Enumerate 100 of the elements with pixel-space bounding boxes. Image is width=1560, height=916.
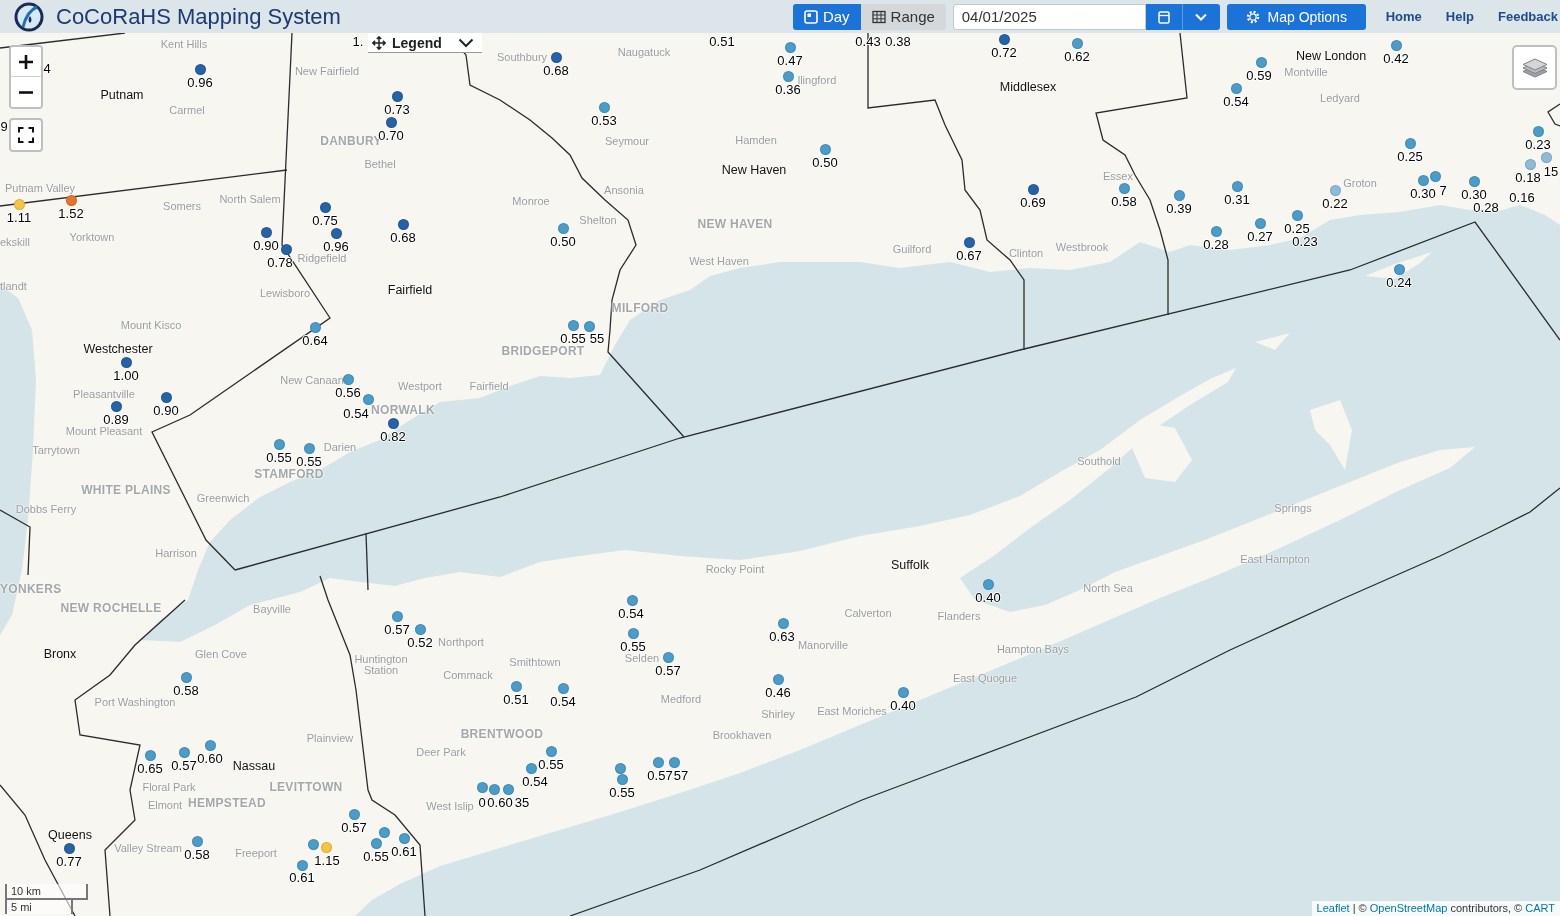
station-dot-icon[interactable]: [1027, 183, 1039, 195]
station-dot-icon[interactable]: [320, 841, 332, 853]
station-dot-icon[interactable]: [897, 686, 909, 698]
station-dot-icon[interactable]: [1329, 184, 1341, 196]
station-dot-icon[interactable]: [583, 320, 595, 332]
station-dot-icon[interactable]: [398, 832, 410, 844]
station-dot-icon[interactable]: [1404, 137, 1416, 149]
station-dot-icon[interactable]: [180, 671, 192, 683]
calendar-button[interactable]: [1145, 3, 1182, 30]
station-dot-icon[interactable]: [819, 143, 831, 155]
station-dot-icon[interactable]: [550, 51, 562, 63]
station-dot-icon[interactable]: [772, 673, 784, 685]
station-dot-icon[interactable]: [348, 808, 360, 820]
place-label: HEMPSTEAD: [188, 797, 266, 809]
station-dot-icon[interactable]: [330, 227, 342, 239]
attribution-link[interactable]: Leaflet: [1316, 902, 1350, 914]
station-dot-icon[interactable]: [387, 417, 399, 429]
station-dot-icon[interactable]: [160, 391, 172, 403]
station-dot-icon[interactable]: [378, 826, 390, 838]
station-dot-icon[interactable]: [545, 745, 557, 757]
station-dot-icon[interactable]: [385, 116, 397, 128]
station-dot-icon[interactable]: [63, 842, 75, 854]
station-dot-icon[interactable]: [391, 610, 403, 622]
station-dot-icon[interactable]: [627, 627, 639, 639]
station-dot-icon[interactable]: [1540, 151, 1552, 163]
view-tab[interactable]: Range: [860, 3, 946, 30]
station-dot-icon[interactable]: [1429, 170, 1441, 182]
station-dot-icon[interactable]: [144, 749, 156, 761]
station-dot-icon[interactable]: [1231, 180, 1243, 192]
station-dot-icon[interactable]: [414, 623, 426, 635]
station-dot-icon[interactable]: [1210, 225, 1222, 237]
station-dot-icon[interactable]: [260, 226, 272, 238]
station-dot-icon[interactable]: [178, 746, 190, 758]
station-dot-icon[interactable]: [1524, 158, 1536, 170]
station-dot-icon[interactable]: [784, 41, 796, 53]
station-dot-icon[interactable]: [1390, 39, 1402, 51]
station-dot-icon[interactable]: [782, 70, 794, 82]
station-dot-icon[interactable]: [370, 837, 382, 849]
station-dot-icon[interactable]: [307, 838, 319, 850]
station-dot-icon[interactable]: [525, 762, 537, 774]
station-dot-icon[interactable]: [1255, 56, 1267, 68]
station-dot-icon[interactable]: [204, 739, 216, 751]
station-dot-icon[interactable]: [662, 651, 674, 663]
station-dot-icon[interactable]: [110, 400, 122, 412]
station-dot-icon[interactable]: [1254, 217, 1266, 229]
station-dot-icon[interactable]: [652, 756, 664, 768]
fullscreen-button[interactable]: [9, 118, 43, 152]
station-dot-icon[interactable]: [614, 762, 626, 774]
station-dot-icon[interactable]: [1393, 263, 1405, 275]
station-dot-icon[interactable]: [616, 773, 628, 785]
attribution-link[interactable]: CART: [1525, 902, 1555, 914]
zoom-in-button[interactable]: [11, 47, 41, 77]
station-dot-icon[interactable]: [191, 835, 203, 847]
date-field[interactable]: 04/01/2025: [952, 3, 1146, 30]
station-dot-icon[interactable]: [668, 756, 680, 768]
station-dot-icon[interactable]: [998, 33, 1010, 45]
station-dot-icon[interactable]: [296, 859, 308, 871]
station-dot-icon[interactable]: [194, 63, 206, 75]
nav-link[interactable]: Feedback: [1498, 9, 1558, 24]
station-dot-icon[interactable]: [598, 101, 610, 113]
station-dot-icon[interactable]: [1071, 37, 1083, 49]
station-dot-icon[interactable]: [319, 201, 331, 213]
nav-link[interactable]: Home: [1385, 9, 1422, 24]
station-dot-icon[interactable]: [1468, 175, 1480, 187]
station-dot-icon[interactable]: [1291, 209, 1303, 221]
station-dot-icon[interactable]: [488, 783, 500, 795]
station-dot-icon[interactable]: [120, 356, 132, 368]
map-options-button[interactable]: Map Options: [1226, 3, 1366, 30]
station-dot-icon[interactable]: [362, 393, 374, 405]
station-dot-icon[interactable]: [391, 90, 403, 102]
station-dot-icon[interactable]: [309, 321, 321, 333]
station-dot-icon[interactable]: [273, 438, 285, 450]
layers-button[interactable]: [1512, 45, 1557, 90]
station-dot-icon[interactable]: [1118, 182, 1130, 194]
legend-toggle[interactable]: Legend: [368, 33, 482, 53]
nav-link[interactable]: Help: [1445, 9, 1474, 24]
station-dot-icon[interactable]: [1230, 82, 1242, 94]
station-dot-icon[interactable]: [963, 236, 975, 248]
station-dot-icon[interactable]: [982, 578, 994, 590]
station-dot-icon[interactable]: [476, 781, 488, 793]
station-dot-icon[interactable]: [626, 594, 638, 606]
station-dot-icon[interactable]: [1173, 189, 1185, 201]
station-dot-icon[interactable]: [502, 783, 514, 795]
station-dot-icon[interactable]: [303, 442, 315, 454]
station-dot-icon[interactable]: [397, 218, 409, 230]
station-dot-icon[interactable]: [557, 682, 569, 694]
station-dot-icon[interactable]: [342, 373, 354, 385]
station-dot-icon[interactable]: [777, 617, 789, 629]
station-dot-icon[interactable]: [13, 198, 25, 210]
station-dot-icon[interactable]: [557, 222, 569, 234]
station-dot-icon[interactable]: [280, 243, 292, 255]
station-dot-icon[interactable]: [567, 319, 579, 331]
attribution-link[interactable]: OpenStreetMap: [1369, 902, 1448, 914]
station-dot-icon[interactable]: [510, 680, 522, 692]
station-dot-icon[interactable]: [1417, 174, 1429, 186]
station-dot-icon[interactable]: [65, 194, 77, 206]
station-dot-icon[interactable]: [1532, 125, 1544, 137]
rainfall-value: 0.77: [56, 854, 82, 868]
date-dropdown-button[interactable]: [1181, 3, 1220, 30]
view-tab[interactable]: Day: [792, 3, 861, 30]
